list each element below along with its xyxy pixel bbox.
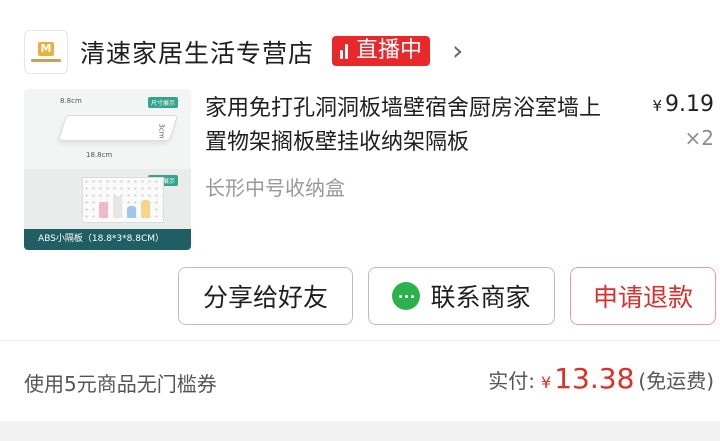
pegboard-image bbox=[82, 177, 164, 223]
bottle-icon bbox=[113, 196, 122, 218]
live-bars-icon bbox=[340, 43, 348, 59]
contact-button-label: 联系商家 bbox=[430, 283, 531, 312]
bottle-icon bbox=[127, 206, 136, 218]
contact-seller-button[interactable]: 联系商家 bbox=[368, 267, 555, 325]
dim-width: 8.8cm bbox=[60, 97, 82, 105]
price-currency: ¥ bbox=[652, 97, 663, 115]
bottle-icon bbox=[99, 202, 108, 218]
paid-amount: 13.38 bbox=[554, 362, 635, 395]
paid-total: 实付: ¥ 13.38 (免运费) bbox=[488, 362, 714, 395]
thumbnail-caption: ABS小隔板（18.8*3*8.8CM） bbox=[24, 229, 191, 250]
size-tag: 尺寸展示 bbox=[148, 97, 179, 108]
refund-button[interactable]: 申请退款 bbox=[570, 267, 716, 325]
paid-currency: ¥ bbox=[541, 373, 552, 392]
shipping-note: (免运费) bbox=[638, 369, 714, 393]
divider bbox=[0, 340, 720, 341]
share-button[interactable]: 分享给好友 bbox=[178, 267, 353, 325]
refund-button-label: 申请退款 bbox=[592, 283, 693, 312]
live-label: 直播中 bbox=[356, 38, 423, 63]
shop-name[interactable]: 清速家居生活专营店 bbox=[80, 34, 314, 70]
bottle-icon bbox=[141, 200, 150, 218]
product-quantity: ×2 bbox=[684, 126, 714, 150]
logo-mark-icon: M bbox=[38, 42, 54, 56]
shop-header[interactable]: M 清速家居生活专营店 直播中 › bbox=[0, 0, 720, 86]
bottom-spacer bbox=[0, 421, 720, 441]
price-value: 9.19 bbox=[665, 92, 714, 117]
logo-strip bbox=[31, 59, 61, 62]
dim-length: 18.8cm bbox=[86, 151, 113, 159]
chevron-right-icon[interactable]: › bbox=[452, 34, 463, 67]
chat-bubble-icon bbox=[392, 282, 421, 310]
product-thumbnail[interactable]: 尺寸展示 8.8cm 3cm 18.8cm 实拍展示 ABS小隔板（18.8*3… bbox=[24, 89, 191, 250]
live-badge[interactable]: 直播中 bbox=[332, 36, 431, 66]
product-spec: 长形中号收纳盒 bbox=[205, 176, 345, 200]
coupon-info: 使用5元商品无门槛券 bbox=[24, 372, 217, 396]
paid-label: 实付: bbox=[488, 369, 536, 393]
share-button-label: 分享给好友 bbox=[202, 283, 328, 312]
product-title[interactable]: 家用免打孔洞洞板墙壁宿舍厨房浴室墙上置物架搁板壁挂收纳架隔板 bbox=[205, 92, 615, 160]
product-price: ¥9.19 bbox=[652, 92, 714, 117]
shop-logo[interactable]: M bbox=[24, 30, 68, 74]
dim-height: 3cm bbox=[157, 123, 166, 139]
